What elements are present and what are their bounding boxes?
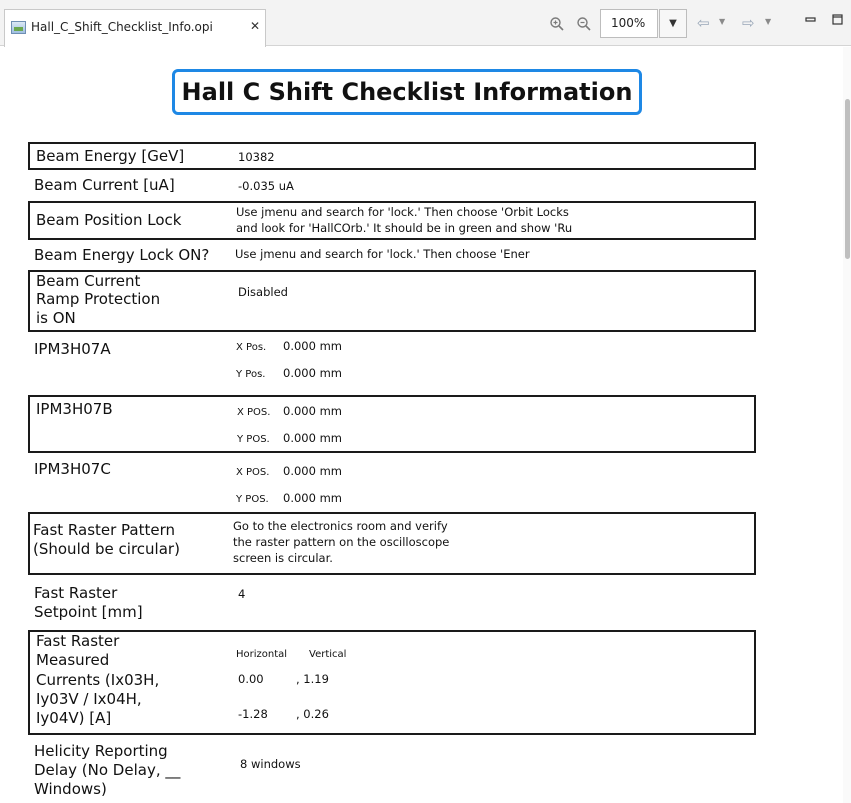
current-1-horizontal: 0.00	[238, 672, 264, 686]
opi-file-icon	[11, 21, 26, 34]
minimize-icon[interactable]	[805, 14, 817, 29]
current-1-vertical: , 1.19	[296, 672, 329, 686]
ramp-protection-label-1: Beam Current	[36, 272, 141, 290]
zoom-out-icon[interactable]	[576, 16, 592, 36]
fast-raster-pattern-row: Fast Raster Pattern (Should be circular)…	[28, 512, 756, 575]
ipm3h07c-row: IPM3H07C X POS. 0.000 mm Y POS. 0.000 mm	[28, 455, 756, 511]
tab-title: Hall_C_Shift_Checklist_Info.opi	[31, 20, 213, 34]
page-title-box: Hall C Shift Checklist Information	[172, 69, 642, 115]
helicity-delay-label-2: Delay (No Delay, __	[34, 761, 181, 779]
col-vertical-header: Vertical	[309, 649, 347, 660]
ipm3h07b-x-value: 0.000 mm	[283, 404, 342, 418]
ipm3h07b-label: IPM3H07B	[36, 400, 113, 418]
helicity-delay-value: 8 windows	[240, 757, 301, 771]
maximize-icon[interactable]	[832, 14, 844, 29]
chevron-down-icon: ▼	[669, 18, 677, 29]
beam-current-label: Beam Current [uA]	[34, 176, 175, 194]
ipm3h07c-y-label: Y POS.	[236, 494, 269, 505]
ramp-protection-label-2: Ramp Protection	[36, 290, 161, 308]
fast-raster-pattern-label-1: Fast Raster Pattern	[33, 521, 176, 539]
beam-current-row: Beam Current [uA] -0.035 uA	[28, 172, 756, 200]
editor-tab[interactable]: Hall_C_Shift_Checklist_Info.opi ✕	[4, 9, 266, 47]
fast-raster-setpoint-label-2: Setpoint [mm]	[34, 603, 143, 621]
beam-position-lock-line-1: Use jmenu and search for 'lock.' Then ch…	[236, 205, 569, 219]
ipm3h07a-y-label: Y Pos.	[236, 369, 266, 380]
vertical-scrollbar[interactable]	[843, 47, 851, 803]
helicity-delay-row: Helicity Reporting Delay (No Delay, __ W…	[28, 741, 756, 801]
ipm3h07a-y-value: 0.000 mm	[283, 366, 342, 380]
ipm3h07b-row: IPM3H07B X POS. 0.000 mm Y POS. 0.000 mm	[28, 395, 756, 453]
beam-position-lock-line-2: and look for 'HallCOrb.' It should be in…	[236, 221, 573, 235]
fast-raster-pattern-line-2: the raster pattern on the oscilloscope	[233, 535, 450, 549]
ipm3h07b-y-value: 0.000 mm	[283, 431, 342, 445]
close-icon[interactable]: ✕	[250, 19, 260, 33]
ipm3h07a-row: IPM3H07A X Pos. 0.000 mm Y Pos. 0.000 mm	[28, 334, 756, 392]
beam-position-lock-label: Beam Position Lock	[36, 211, 182, 229]
fast-raster-setpoint-value: 4	[238, 587, 246, 601]
beam-position-lock-text: Use jmenu and search for 'lock.' Then ch…	[236, 205, 628, 237]
beam-energy-lock-label: Beam Energy Lock ON?	[34, 246, 210, 264]
fast-raster-currents-label-4: Iy03V / Ix04H,	[36, 690, 142, 708]
ipm3h07b-x-label: X POS.	[237, 407, 271, 418]
fast-raster-currents-label-2: Measured	[36, 651, 110, 669]
fast-raster-pattern-label-2: (Should be circular)	[33, 540, 180, 558]
beam-current-value: -0.035 uA	[238, 179, 294, 193]
beam-energy-lock-value: Use jmenu and search for 'lock.' Then ch…	[235, 247, 530, 261]
page-title: Hall C Shift Checklist Information	[181, 78, 633, 106]
fast-raster-currents-label-1: Fast Raster	[36, 632, 120, 650]
back-arrow-icon[interactable]: ⇦	[697, 14, 710, 32]
col-horizontal-header: Horizontal	[236, 649, 288, 660]
ramp-protection-label-3: is ON	[36, 309, 76, 327]
ramp-protection-row: Beam Current Ramp Protection is ON Disab…	[28, 270, 756, 332]
ipm3h07b-y-label: Y POS.	[237, 434, 270, 445]
ipm3h07c-x-label: X POS.	[236, 467, 270, 478]
fast-raster-setpoint-label-1: Fast Raster	[34, 584, 118, 602]
fast-raster-currents-label-5: Iy04V) [A]	[36, 709, 112, 727]
back-history-dropdown-icon[interactable]: ▼	[719, 17, 725, 26]
current-2-horizontal: -1.28	[238, 707, 268, 721]
beam-energy-value: 10382	[238, 150, 275, 164]
zoom-in-icon[interactable]	[549, 16, 565, 36]
fast-raster-currents-row: Fast Raster Measured Currents (Ix03H, Iy…	[28, 630, 756, 735]
beam-position-lock-row: Beam Position Lock Use jmenu and search …	[28, 201, 756, 240]
ipm3h07a-label: IPM3H07A	[34, 340, 111, 358]
forward-arrow-icon[interactable]: ⇨	[742, 14, 755, 32]
editor-tab-bar: Hall_C_Shift_Checklist_Info.opi ✕ 100% ▼…	[0, 0, 851, 47]
beam-energy-lock-row: Beam Energy Lock ON? Use jmenu and searc…	[28, 243, 756, 267]
ipm3h07c-label: IPM3H07C	[34, 460, 111, 478]
current-2-vertical: , 0.26	[296, 707, 329, 721]
scrollbar-thumb[interactable]	[845, 99, 850, 259]
beam-energy-lock-clip: Use jmenu and search for 'lock.' Then ch…	[235, 247, 571, 263]
fast-raster-pattern-line-3: screen is circular.	[233, 551, 333, 565]
beam-energy-label: Beam Energy [GeV]	[36, 147, 185, 165]
ipm3h07a-x-label: X Pos.	[236, 342, 267, 353]
fast-raster-pattern-line-1: Go to the electronics room and verify	[233, 519, 448, 533]
zoom-level-input[interactable]: 100%	[600, 9, 658, 38]
ipm3h07c-x-value: 0.000 mm	[283, 464, 342, 478]
beam-energy-row: Beam Energy [GeV] 10382	[28, 142, 756, 170]
ramp-protection-value: Disabled	[238, 285, 288, 299]
ipm3h07a-x-value: 0.000 mm	[283, 339, 342, 353]
ipm3h07c-y-value: 0.000 mm	[283, 491, 342, 505]
zoom-dropdown-button[interactable]: ▼	[659, 9, 687, 38]
fast-raster-currents-label-3: Currents (Ix03H,	[36, 671, 160, 689]
forward-history-dropdown-icon[interactable]: ▼	[765, 17, 771, 26]
fast-raster-setpoint-row: Fast Raster Setpoint [mm] 4	[28, 580, 756, 626]
helicity-delay-label-1: Helicity Reporting	[34, 742, 168, 760]
helicity-delay-label-3: Windows)	[34, 780, 107, 798]
